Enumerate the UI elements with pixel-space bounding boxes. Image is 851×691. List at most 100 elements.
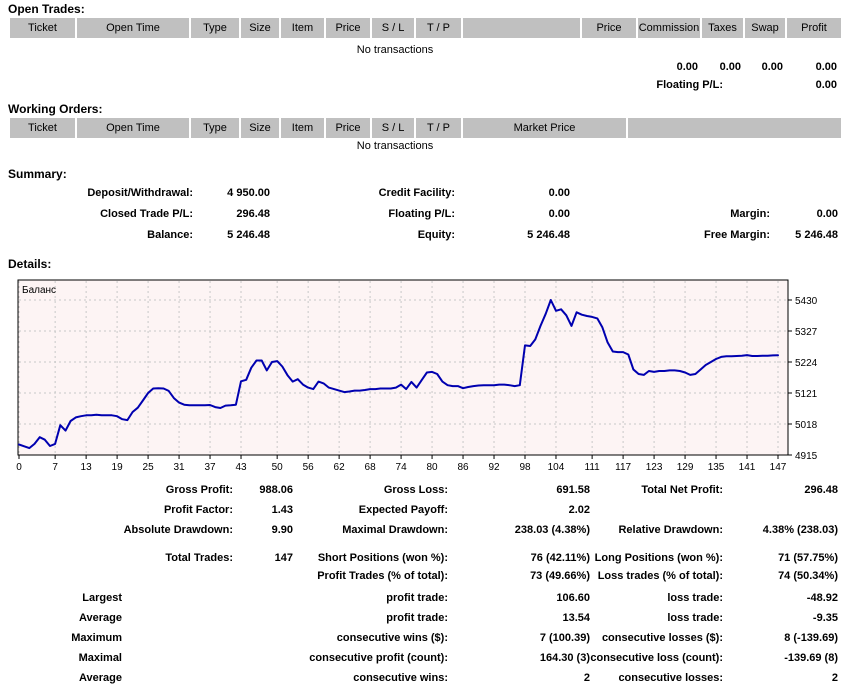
- summary-row: Deposit/Withdrawal: 4 950.00 Credit Faci…: [0, 187, 851, 203]
- deposit-withdrawal-label: Deposit/Withdrawal:: [87, 187, 193, 199]
- stats-row: Gross Profit: 988.06 Gross Loss: 691.58 …: [0, 484, 851, 500]
- average-loss-trade-label: loss trade:: [667, 612, 723, 624]
- details-heading: Details:: [8, 257, 51, 271]
- average-profit-trade-label: profit trade:: [386, 612, 448, 624]
- short-positions-label: Short Positions (won %):: [318, 552, 448, 564]
- total-swap: 0.00: [762, 61, 783, 73]
- summary-row: Balance: 5 246.48 Equity: 5 246.48 Free …: [0, 229, 851, 245]
- maximum-label: Maximum: [71, 632, 122, 644]
- col-spacer: [628, 118, 841, 138]
- max-consecutive-loss-label: consecutive loss (count):: [590, 652, 723, 664]
- largest-profit-trade-value: 106.60: [556, 592, 590, 604]
- max-consecutive-profit-label: consecutive profit (count):: [309, 652, 448, 664]
- working-orders-header-row: Ticket Open Time Type Size Item Price S …: [10, 118, 841, 138]
- total-trades-value: 147: [275, 552, 293, 564]
- col-profit: Profit: [787, 18, 841, 38]
- total-trades-label: Total Trades:: [165, 552, 233, 564]
- credit-facility-value: 0.00: [549, 187, 570, 199]
- svg-text:104: 104: [548, 462, 565, 473]
- working-orders-heading: Working Orders:: [8, 102, 102, 116]
- col-commission: Commission: [638, 18, 702, 38]
- svg-text:4915: 4915: [795, 451, 818, 462]
- svg-text:129: 129: [677, 462, 694, 473]
- col-open-time: Open Time: [77, 118, 191, 138]
- col-size: Size: [241, 118, 281, 138]
- loss-trades-value: 74 (50.34%): [778, 570, 838, 582]
- floating-pl-row: Floating P/L: 0.00: [0, 79, 851, 95]
- col-sl: S / L: [372, 18, 416, 38]
- svg-text:86: 86: [457, 462, 469, 473]
- col-price-close: Price: [582, 18, 638, 38]
- open-trades-totals-row: 0.00 0.00 0.00 0.00: [0, 61, 851, 77]
- col-taxes: Taxes: [702, 18, 745, 38]
- expected-payoff-value: 2.02: [569, 504, 590, 516]
- col-tp: T / P: [416, 18, 463, 38]
- total-profit: 0.00: [816, 61, 837, 73]
- floating-pl-label: Floating P/L:: [388, 208, 455, 220]
- svg-text:50: 50: [272, 462, 284, 473]
- svg-text:5430: 5430: [795, 296, 818, 307]
- loss-trades-label: Loss trades (% of total):: [598, 570, 723, 582]
- open-trades-heading: Open Trades:: [8, 2, 85, 16]
- svg-text:92: 92: [488, 462, 500, 473]
- svg-text:7: 7: [52, 462, 58, 473]
- svg-text:5121: 5121: [795, 389, 818, 400]
- gross-profit-label: Gross Profit:: [166, 484, 233, 496]
- stats-row: Average profit trade: 13.54 loss trade: …: [0, 612, 851, 628]
- col-open-time: Open Time: [77, 18, 191, 38]
- svg-text:135: 135: [708, 462, 725, 473]
- gross-profit-value: 988.06: [259, 484, 293, 496]
- profit-trades-label: Profit Trades (% of total):: [317, 570, 448, 582]
- working-orders-empty-message: No transactions: [0, 140, 790, 152]
- margin-value: 0.00: [817, 208, 838, 220]
- long-positions-label: Long Positions (won %):: [595, 552, 723, 564]
- col-item: Item: [281, 118, 326, 138]
- relative-drawdown-label: Relative Drawdown:: [618, 524, 723, 536]
- col-ticket: Ticket: [10, 18, 77, 38]
- gross-loss-label: Gross Loss:: [384, 484, 448, 496]
- col-sl: S / L: [372, 118, 416, 138]
- stats-row: Maximal consecutive profit (count): 164.…: [0, 652, 851, 668]
- deposit-withdrawal-value: 4 950.00: [227, 187, 270, 199]
- average-label: Average: [79, 612, 122, 624]
- maximal-drawdown-value: 238.03 (4.38%): [515, 524, 590, 536]
- profit-trades-value: 73 (49.66%): [530, 570, 590, 582]
- largest-label: Largest: [82, 592, 122, 604]
- average-loss-trade-value: -9.35: [813, 612, 838, 624]
- col-spacer: [463, 18, 582, 38]
- svg-text:5018: 5018: [795, 420, 818, 431]
- col-ticket: Ticket: [10, 118, 77, 138]
- account-statement-report: Open Trades: Ticket Open Time Type Size …: [0, 0, 851, 691]
- summary-row: Closed Trade P/L: 296.48 Floating P/L: 0…: [0, 208, 851, 224]
- balance-value: 5 246.48: [227, 229, 270, 241]
- svg-text:80: 80: [426, 462, 438, 473]
- svg-text:5224: 5224: [795, 358, 818, 369]
- stats-row: Profit Trades (% of total): 73 (49.66%) …: [0, 570, 851, 586]
- svg-text:117: 117: [615, 462, 631, 473]
- svg-text:13: 13: [81, 462, 93, 473]
- svg-text:123: 123: [646, 462, 663, 473]
- svg-text:68: 68: [365, 462, 377, 473]
- max-consecutive-profit-value: 164.30 (3): [540, 652, 590, 664]
- closed-trade-pl-value: 296.48: [236, 208, 270, 220]
- col-type: Type: [191, 118, 241, 138]
- absolute-drawdown-value: 9.90: [272, 524, 293, 536]
- largest-loss-trade-value: -48.92: [807, 592, 838, 604]
- open-trades-empty-message: No transactions: [0, 44, 790, 56]
- stats-row: Maximum consecutive wins ($): 7 (100.39)…: [0, 632, 851, 648]
- maximal-label: Maximal: [79, 652, 122, 664]
- total-taxes: 0.00: [720, 61, 741, 73]
- avg-consecutive-losses-label: consecutive losses:: [618, 672, 723, 684]
- stats-row: Profit Factor: 1.43 Expected Payoff: 2.0…: [0, 504, 851, 520]
- svg-text:37: 37: [204, 462, 216, 473]
- col-price-open: Price: [326, 18, 372, 38]
- svg-text:0: 0: [16, 462, 22, 473]
- closed-trade-pl-label: Closed Trade P/L:: [100, 208, 193, 220]
- stats-row: Largest profit trade: 106.60 loss trade:…: [0, 592, 851, 608]
- open-trades-header-row: Ticket Open Time Type Size Item Price S …: [10, 18, 841, 38]
- floating-pl-label: Floating P/L:: [656, 79, 723, 91]
- relative-drawdown-value: 4.38% (238.03): [763, 524, 838, 536]
- stats-row: Absolute Drawdown: 9.90 Maximal Drawdown…: [0, 524, 851, 540]
- largest-loss-trade-label: loss trade:: [667, 592, 723, 604]
- col-size: Size: [241, 18, 281, 38]
